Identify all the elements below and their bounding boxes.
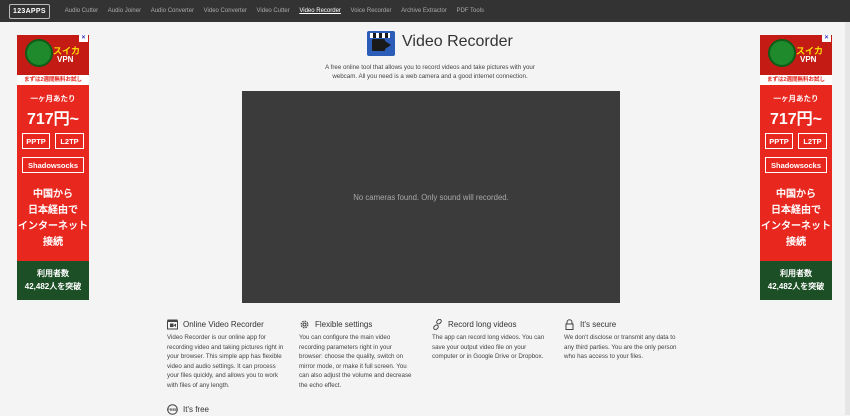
ad-headline-4: 接続 <box>786 237 806 248</box>
video-camera-clapper-icon <box>367 31 395 56</box>
top-navigation-bar: 123APPS Audio Cutter Audio Joiner Audio … <box>0 0 850 22</box>
ad-protocol-shadowsocks: Shadowsocks <box>765 157 827 173</box>
ad-brand-vpn: VPN <box>800 55 817 64</box>
link-icon <box>433 319 442 330</box>
page-description: A free online tool that allows you to re… <box>325 64 535 80</box>
ad-headline-2: 日本経由で <box>771 205 821 216</box>
ad-protocol-pptp: PPTP <box>765 133 793 149</box>
feature-title: It's free <box>183 405 209 414</box>
feature-title: Flexible settings <box>315 320 373 329</box>
ad-close-icon[interactable]: ✕ <box>79 35 88 42</box>
feature-text: We don't disclose or transmit any data t… <box>564 334 677 361</box>
no-camera-message: No cameras found. Only sound will record… <box>353 193 509 202</box>
nav-video-cutter[interactable]: Video Cutter <box>252 0 295 22</box>
nav-audio-cutter[interactable]: Audio Cutter <box>60 0 103 22</box>
page-title: Video Recorder <box>402 33 513 50</box>
feature-text: You can configure the main video recordi… <box>299 334 412 389</box>
nav-voice-recorder[interactable]: Voice Recorder <box>346 0 397 22</box>
feature-title: Online Video Recorder <box>183 320 264 329</box>
ad-close-icon[interactable]: ✕ <box>822 35 831 42</box>
page-scrollbar[interactable] <box>845 22 850 415</box>
video-preview-area[interactable]: No cameras found. Only sound will record… <box>242 91 620 303</box>
ad-users-count: 42,482人を突破 <box>24 282 82 291</box>
nav-audio-converter[interactable]: Audio Converter <box>146 0 199 22</box>
ad-users-block: 利用者数 42,482人を突破 <box>760 261 832 300</box>
nav-archive-extractor[interactable]: Archive Extractor <box>396 0 451 22</box>
site-logo[interactable]: 123APPS <box>9 4 50 19</box>
feature-text: Video Recorder is our online app for rec… <box>167 334 284 389</box>
ad-per-month: 一ヶ月あたり <box>773 94 819 103</box>
ad-trial-strip: まずは2週間無料お試し <box>17 75 89 85</box>
video-recorder-icon <box>167 319 178 330</box>
ad-protocol-pptp: PPTP <box>22 133 50 149</box>
ad-price: 717円~ <box>26 111 80 128</box>
feature-title: Record long videos <box>448 320 517 329</box>
nav-pdf-tools[interactable]: PDF Tools <box>452 0 489 22</box>
ad-protocol-l2tp: L2TP <box>55 133 84 149</box>
app-nav: Audio Cutter Audio Joiner Audio Converte… <box>60 0 489 22</box>
ad-brand-vpn: VPN <box>57 55 74 64</box>
ad-users-count: 42,482人を突破 <box>767 282 825 291</box>
ad-users-block: 利用者数 42,482人を突破 <box>17 261 89 300</box>
ad-headline-1: 中国から <box>776 189 816 200</box>
ad-headline-1: 中国から <box>33 189 73 200</box>
ad-protocol-l2tp: L2TP <box>798 133 827 149</box>
ad-price: 717円~ <box>769 111 823 128</box>
watermelon-icon <box>25 39 53 67</box>
watermelon-icon <box>768 39 796 67</box>
ad-protocol-shadowsocks: Shadowsocks <box>22 157 84 173</box>
gear-icon <box>300 320 309 329</box>
nav-video-recorder[interactable]: Video Recorder <box>295 0 346 22</box>
lock-icon <box>565 319 574 330</box>
ad-headline-2: 日本経由で <box>28 205 78 216</box>
feature-text: The app can record long videos. You can … <box>432 334 545 361</box>
nav-video-converter[interactable]: Video Converter <box>199 0 252 22</box>
right-ad-banner[interactable]: スイカ VPN ✕ まずは2週間無料お試し 一ヶ月あたり 717円~ PPTP … <box>760 35 832 300</box>
ad-users-label: 利用者数 <box>37 269 69 278</box>
free-badge-icon: FREE <box>167 404 178 415</box>
ad-headline-4: 接続 <box>43 237 63 248</box>
ad-users-label: 利用者数 <box>780 269 812 278</box>
ad-trial-strip: まずは2週間無料お試し <box>760 75 832 85</box>
nav-audio-joiner[interactable]: Audio Joiner <box>103 0 146 22</box>
left-ad-banner[interactable]: スイカ VPN ✕ まずは2週間無料お試し 一ヶ月あたり 717円~ PPTP … <box>17 35 89 300</box>
feature-title: It's secure <box>580 320 617 329</box>
svg-text:FREE: FREE <box>167 407 178 412</box>
ad-headline-3: インターネット <box>18 221 88 232</box>
ad-headline-3: インターネット <box>761 221 831 232</box>
ad-per-month: 一ヶ月あたり <box>30 94 76 103</box>
